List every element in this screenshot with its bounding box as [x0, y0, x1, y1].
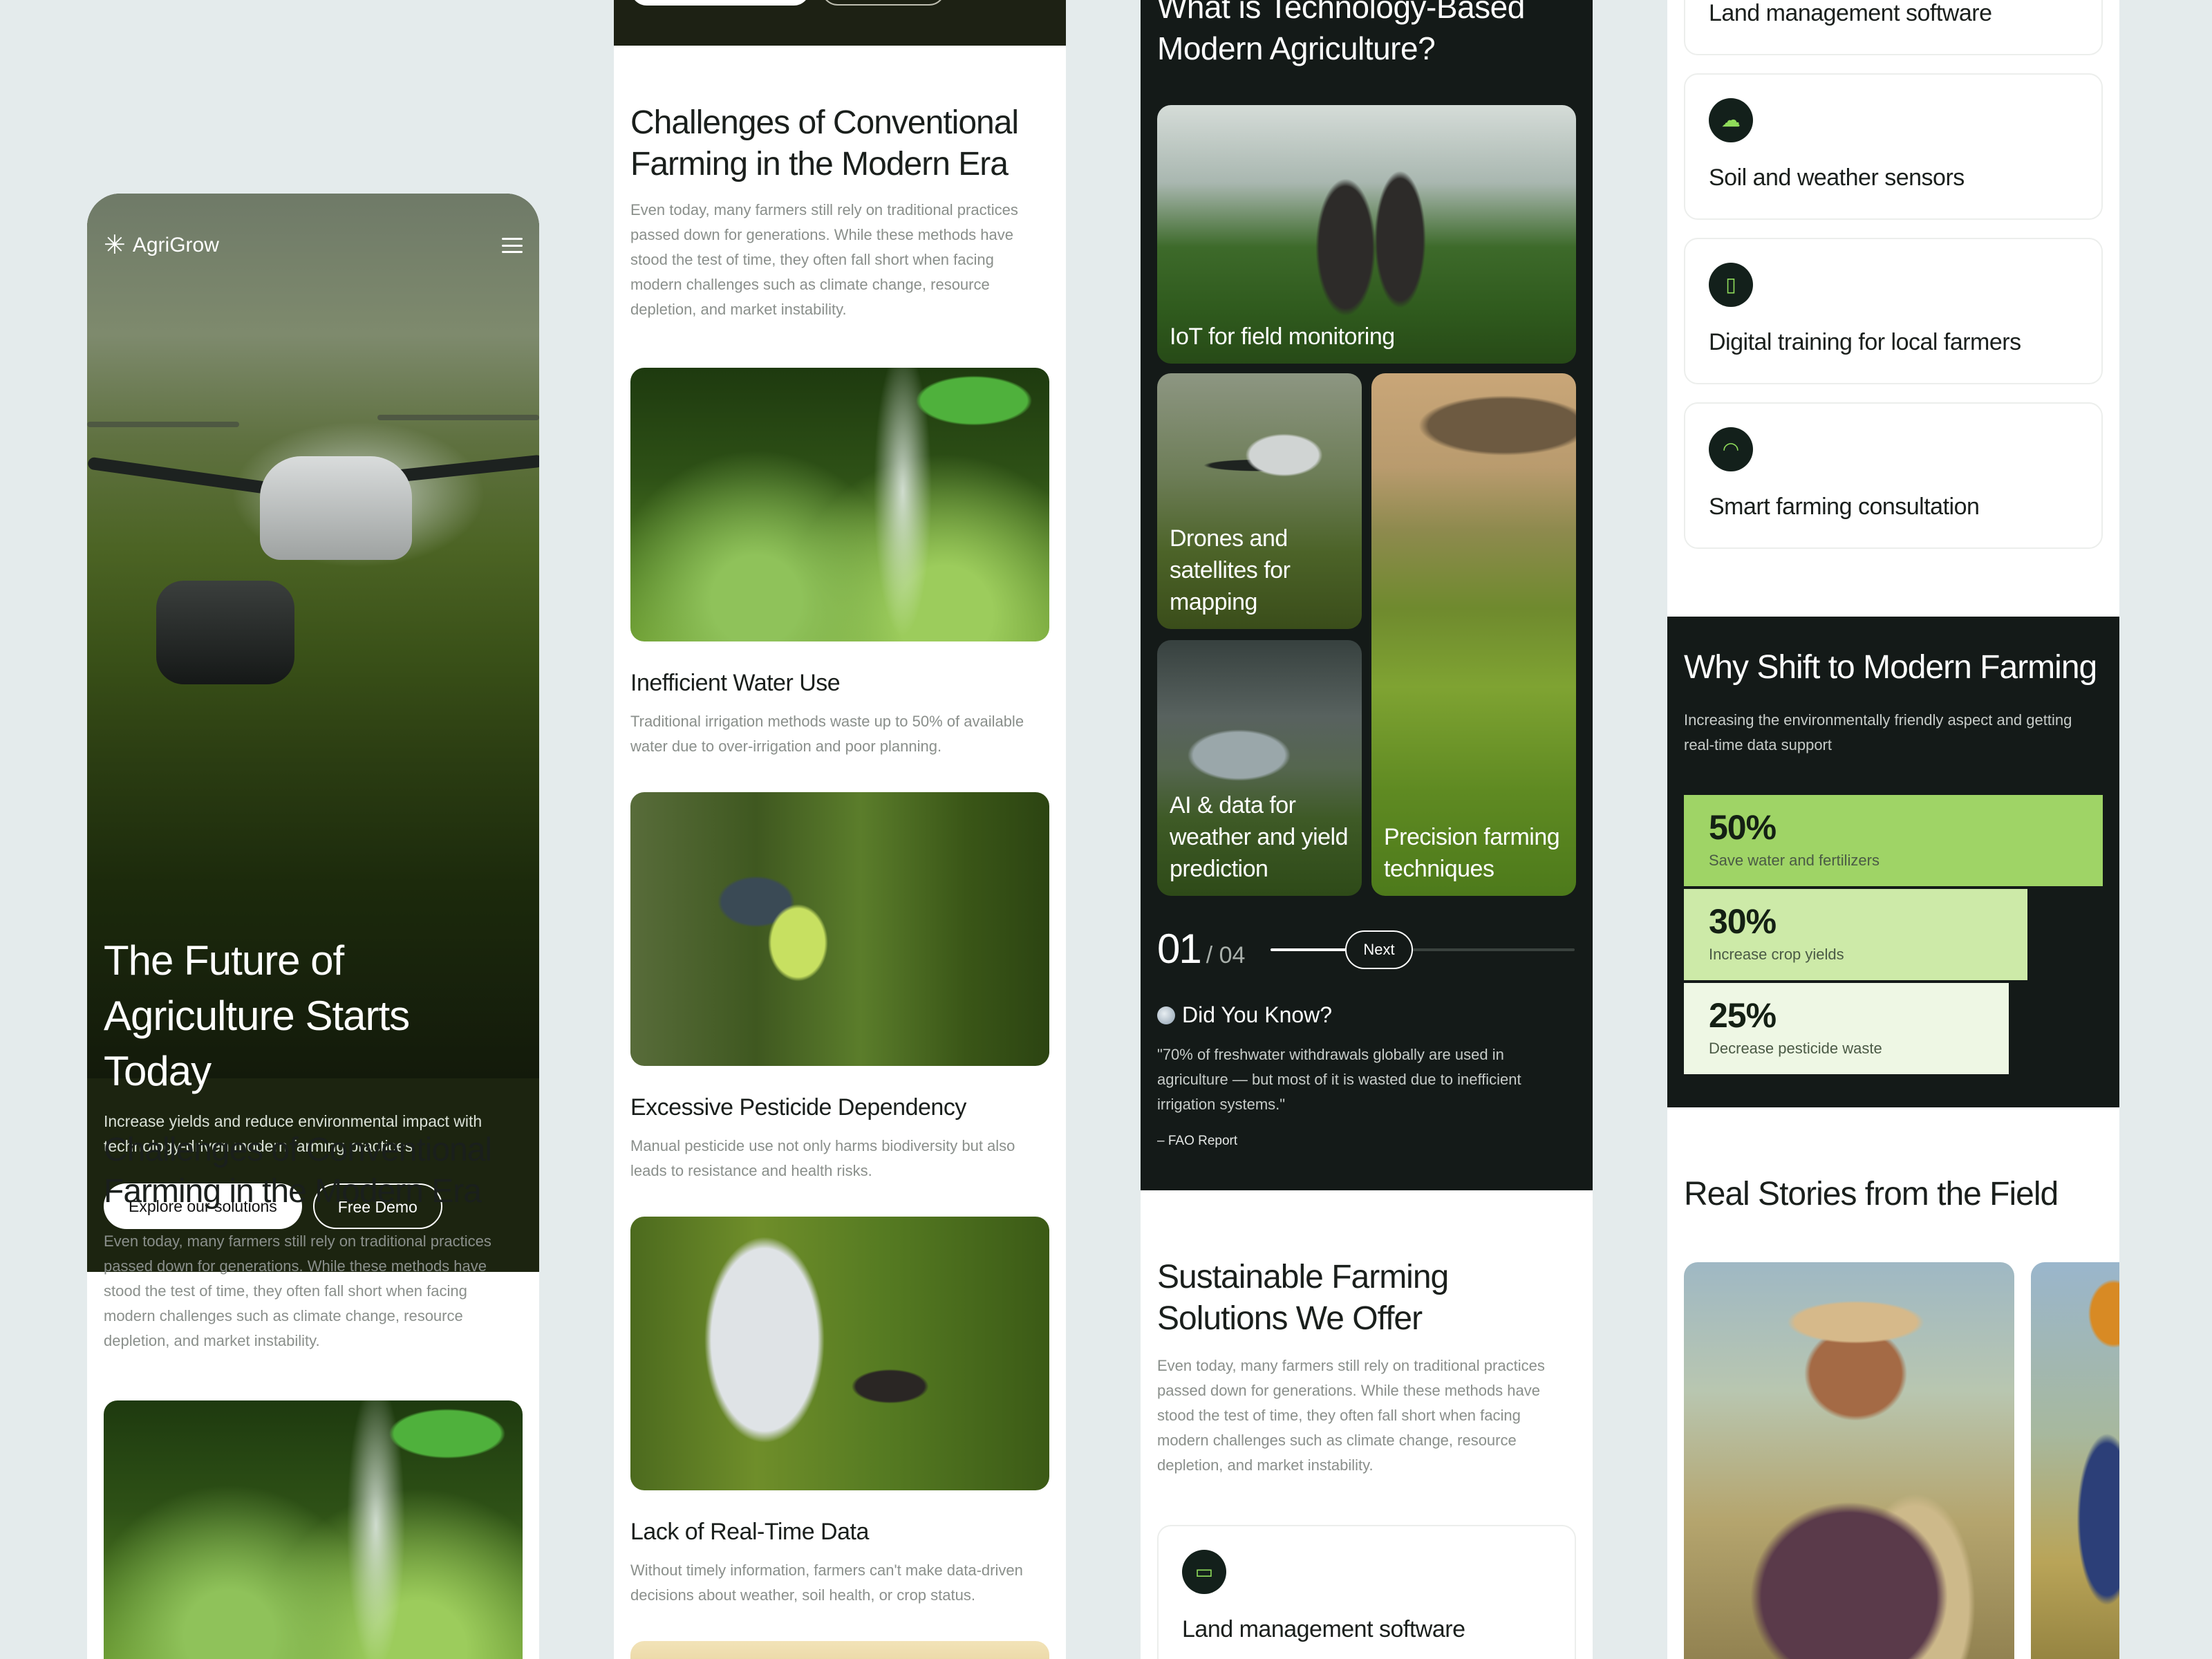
solutions-body: Even today, many farmers still rely on t… — [1157, 1357, 1545, 1474]
tile-drones-mapping[interactable]: Drones and satellites for mapping — [1157, 373, 1362, 629]
mobile-screen-home: ✳ AgriGrow The Future of Agriculture Sta… — [87, 194, 539, 1659]
did-you-know-title: Did You Know? — [1182, 1002, 1333, 1027]
headset-icon: ◠ — [1709, 427, 1753, 471]
hero-bottom-strip — [614, 0, 1066, 46]
challenge-desc: Without timely information, farmers can'… — [630, 1562, 1023, 1604]
stat-label: Save water and fertilizers — [1709, 852, 1880, 869]
why-subtitle: Increasing the environmentally friendly … — [1684, 711, 2072, 753]
mobile-screen-technology: What is Technology-Based Modern Agricult… — [1141, 0, 1593, 1659]
service-card-land-management[interactable]: ▭ Land management software — [1157, 1525, 1576, 1659]
challenges-body: Even today, many farmers still rely on t… — [630, 201, 1018, 318]
stat-label: Increase crop yields — [1709, 946, 1844, 963]
hero-title: The Future of Agriculture Starts Today — [104, 937, 410, 1094]
challenge-title: Inefficient Water Use — [630, 670, 841, 696]
stat-label: Decrease pesticide waste — [1709, 1040, 1882, 1057]
mobile-screen-challenges: Challenges of Conventional Farming in th… — [614, 0, 1066, 1659]
brand-name: AgriGrow — [132, 234, 219, 256]
service-label: Soil and weather sensors — [1709, 165, 1965, 191]
challenge-desc: Manual pesticide use not only harms biod… — [630, 1137, 1015, 1179]
slide-total: / 04 — [1206, 942, 1246, 968]
watering-can-image — [104, 1400, 523, 1659]
service-card-land-management[interactable]: Land management software — [1684, 0, 2103, 55]
technology-title: What is Technology-Based Modern Agricult… — [1157, 0, 1525, 66]
stat-value: 25% — [1709, 996, 1777, 1035]
challenge-title: Excessive Pesticide Dependency — [630, 1094, 966, 1121]
tile-label: Drones and satellites for mapping — [1170, 525, 1291, 615]
laptop-icon: ▭ — [1182, 1550, 1226, 1594]
tablet-icon: ▯ — [1709, 263, 1753, 307]
solutions-title: Sustainable Farming Solutions We Offer — [1157, 1259, 1449, 1337]
challenge-desc: Traditional irrigation methods waste up … — [630, 713, 1024, 755]
why-modern-farming-section: Why Shift to Modern Farming Increasing t… — [1667, 617, 2119, 1107]
tile-ai-weather[interactable]: AI & data for weather and yield predicti… — [1157, 640, 1362, 896]
slide-current: 01 — [1157, 926, 1202, 972]
hero-section: ✳ AgriGrow The Future of Agriculture Sta… — [87, 194, 539, 1272]
challenges-body: Even today, many farmers still rely on t… — [104, 1232, 491, 1349]
tile-label: AI & data for weather and yield predicti… — [1170, 792, 1349, 882]
stat-value: 50% — [1709, 808, 1777, 847]
next-button[interactable]: Next — [1345, 930, 1413, 969]
slider-progress — [1271, 948, 1347, 951]
service-label: Smart farming consultation — [1709, 494, 1980, 520]
tile-precision-farming[interactable]: Precision farming techniques — [1371, 373, 1576, 896]
stat-bar-pesticide: 25% Decrease pesticide waste — [1684, 983, 2009, 1074]
challenges-title: Challenges of Conventional Farming in th… — [630, 104, 1019, 182]
did-you-know-source: – FAO Report — [1157, 1134, 1238, 1148]
service-card-soil-weather-sensors[interactable]: ☁ Soil and weather sensors — [1684, 73, 2103, 220]
cloud-icon: ☁ — [1709, 98, 1753, 142]
stories-title: Real Stories from the Field — [1684, 1176, 2059, 1212]
technology-section: What is Technology-Based Modern Agricult… — [1141, 0, 1593, 1190]
water-use-image — [630, 368, 1049, 641]
mobile-screen-services: Land management software ☁ Soil and weat… — [1667, 0, 2119, 1659]
tile-iot-monitoring[interactable]: IoT for field monitoring — [1157, 105, 1576, 364]
did-you-know-quote: "70% of freshwater withdrawals globally … — [1157, 1046, 1521, 1113]
did-you-know-heading: Did You Know? — [1157, 1002, 1332, 1028]
real-time-data-image — [630, 1217, 1049, 1490]
story-card-next[interactable] — [2031, 1262, 2119, 1659]
stat-bar-yields: 30% Increase crop yields — [1684, 889, 2027, 980]
service-card-consultation[interactable]: ◠ Smart farming consultation — [1684, 402, 2103, 549]
slide-counter: 01 / 04 — [1157, 925, 1245, 973]
sparkle-logo-icon: ✳ — [104, 231, 126, 260]
service-label: Land management software — [1709, 0, 1992, 26]
challenge-title: Lack of Real-Time Data — [630, 1519, 869, 1545]
pesticide-image — [630, 792, 1049, 1066]
story-card-farmer[interactable] — [1684, 1262, 2014, 1659]
hamburger-menu-icon[interactable] — [502, 238, 523, 253]
service-label: Land management software — [1182, 1616, 1465, 1642]
tile-label: IoT for field monitoring — [1170, 324, 1395, 350]
brand-logo[interactable]: ✳ AgriGrow — [104, 232, 219, 259]
service-label: Digital training for local farmers — [1709, 329, 2021, 355]
stat-bar-water: 50% Save water and fertilizers — [1684, 795, 2103, 886]
service-card-digital-training[interactable]: ▯ Digital training for local farmers — [1684, 238, 2103, 384]
stat-value: 30% — [1709, 902, 1777, 941]
next-card-image — [630, 1641, 1049, 1659]
tile-label: Precision farming techniques — [1384, 824, 1560, 882]
why-title: Why Shift to Modern Farming — [1684, 649, 2097, 686]
magnifier-icon — [1157, 1006, 1175, 1024]
slider-track[interactable] — [1271, 948, 1575, 951]
challenges-title: Challenges of Conventional Farming in th… — [104, 1132, 492, 1210]
